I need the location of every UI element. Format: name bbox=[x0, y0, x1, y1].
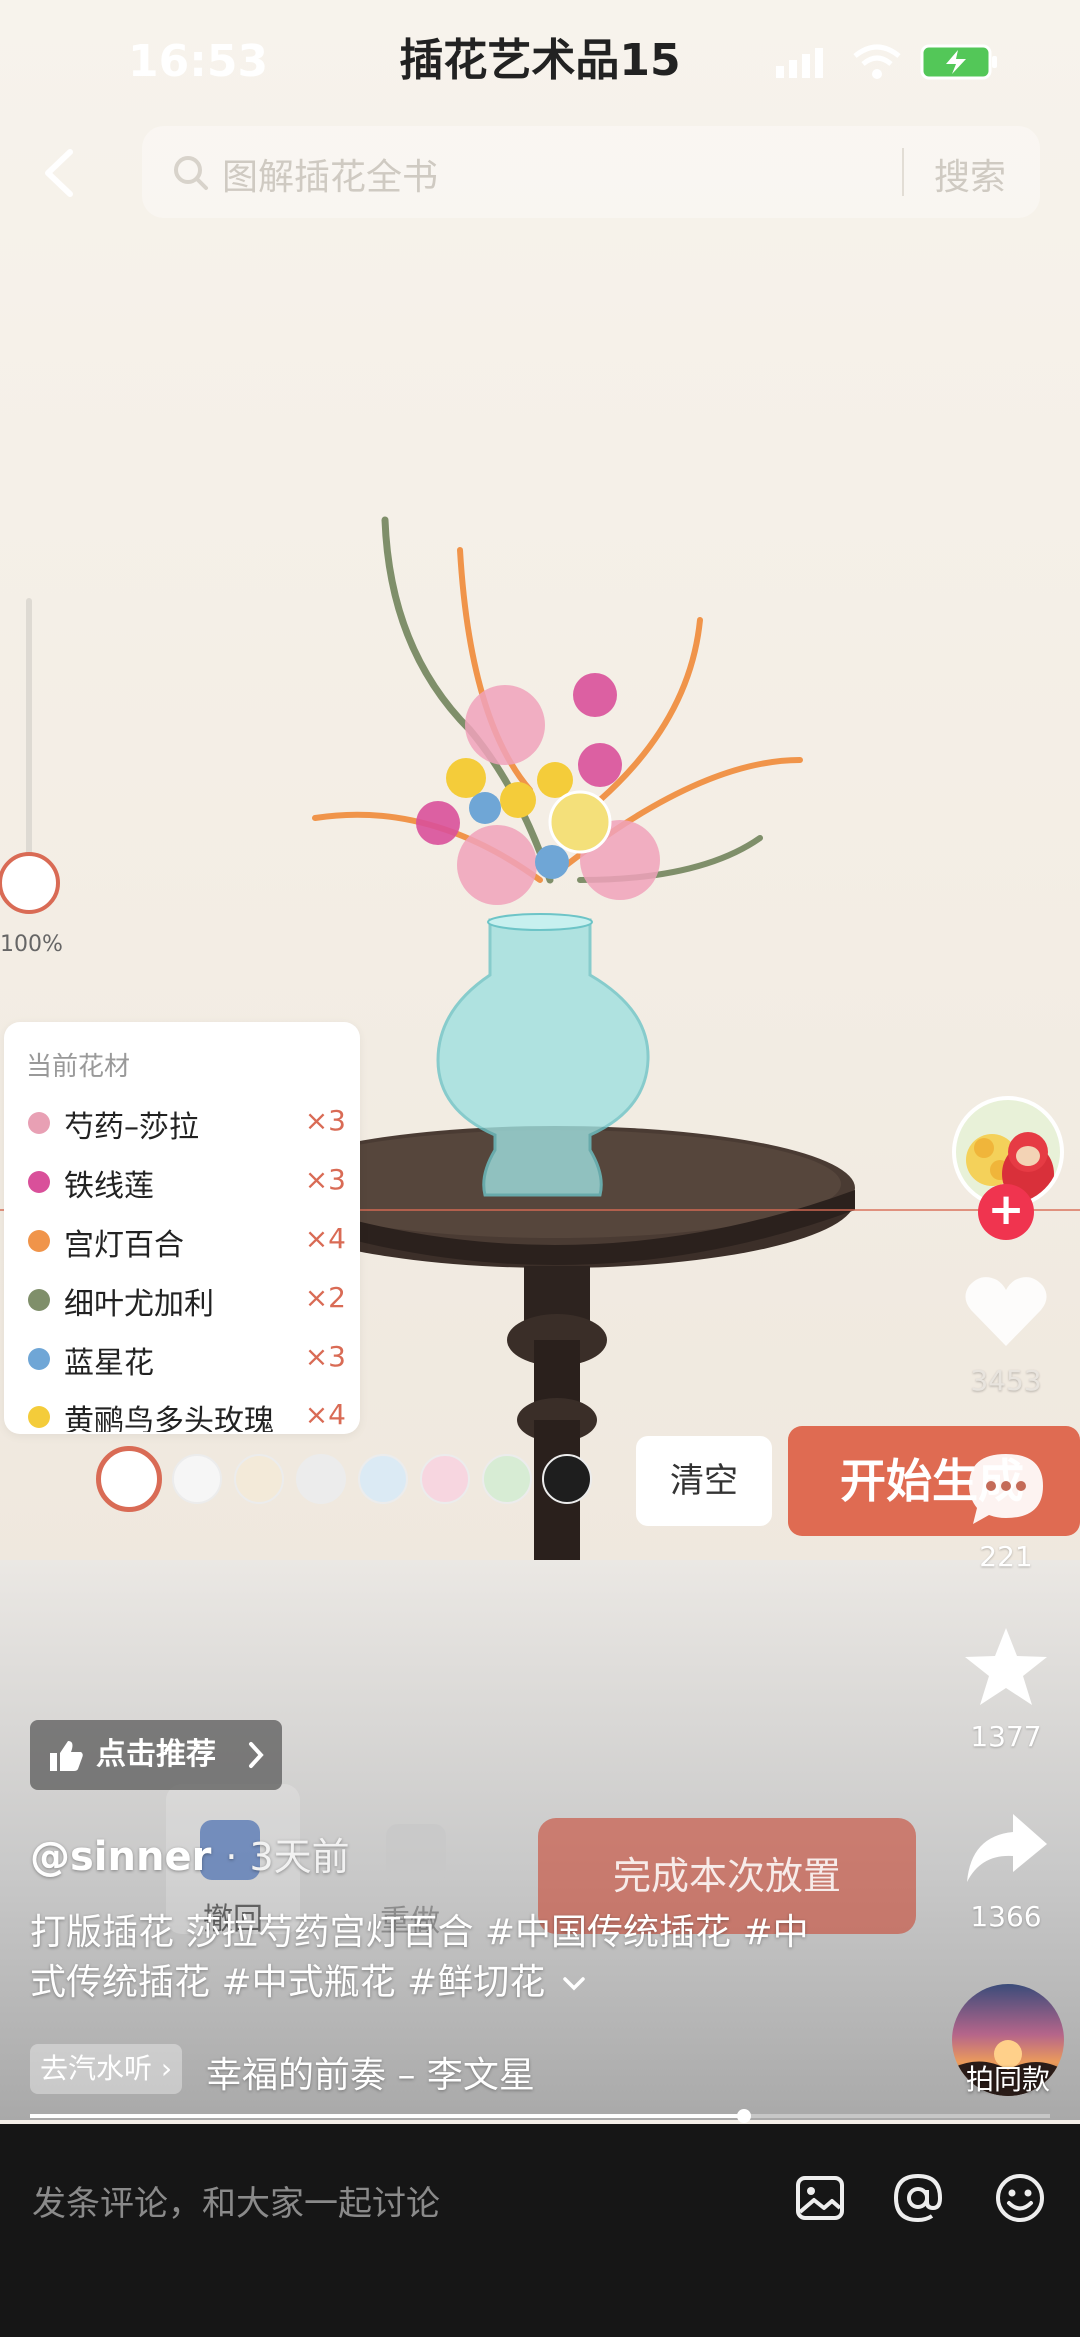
clear-button[interactable]: 清空 bbox=[636, 1436, 772, 1526]
material-count: ×4 bbox=[304, 1222, 346, 1255]
like-button[interactable]: 3453 bbox=[956, 1272, 1056, 1397]
back-button[interactable] bbox=[30, 138, 90, 208]
material-color-dot bbox=[28, 1289, 50, 1311]
music-chip-label: 去汽水听 bbox=[40, 2052, 153, 2085]
search-divider bbox=[902, 148, 904, 196]
comment-count: 221 bbox=[979, 1540, 1033, 1573]
zoom-level-label: 100% bbox=[0, 932, 63, 957]
material-count: ×2 bbox=[304, 1281, 346, 1314]
material-name: 黄鹂鸟多头玫瑰 bbox=[64, 1404, 274, 1432]
color-swatch[interactable] bbox=[172, 1454, 222, 1504]
like-count: 3453 bbox=[970, 1364, 1042, 1397]
share-arrow-icon bbox=[967, 1814, 1047, 1882]
color-swatch[interactable] bbox=[358, 1454, 408, 1504]
chevron-down-icon bbox=[562, 1977, 585, 1991]
material-item: 芍药–莎拉 ×3 bbox=[26, 1098, 346, 1148]
material-name: 铁线莲 bbox=[64, 1169, 154, 1204]
material-item: 细叶尤加利 ×2 bbox=[26, 1275, 346, 1325]
material-name: 宫灯百合 bbox=[64, 1228, 184, 1263]
favorite-count: 1377 bbox=[970, 1720, 1042, 1753]
comment-button[interactable]: 221 bbox=[956, 1448, 1056, 1573]
materials-title: 当前花材 bbox=[26, 1052, 131, 1082]
video-progress-handle[interactable] bbox=[737, 2109, 751, 2123]
chevron-left-icon bbox=[45, 149, 73, 197]
follow-button[interactable]: + bbox=[978, 1184, 1034, 1240]
material-color-dot bbox=[28, 1112, 50, 1134]
color-palette bbox=[96, 1444, 616, 1516]
search-button[interactable]: 搜索 bbox=[934, 148, 1006, 200]
caption-text: 打版插花 莎拉芍药宫灯百合 #中国传统插花 #中式传统插花 #中式瓶花 #鲜切花 bbox=[30, 1912, 809, 2003]
shoot-same-label[interactable]: 拍同款 bbox=[952, 2058, 1064, 2098]
share-count: 1366 bbox=[970, 1900, 1042, 1933]
recommend-label: 点击推荐 bbox=[96, 1737, 216, 1772]
material-color-dot bbox=[28, 1348, 50, 1370]
material-name: 细叶尤加利 bbox=[64, 1287, 214, 1322]
search-bar[interactable]: 图解插花全书 搜索 bbox=[142, 126, 1040, 218]
favorite-button[interactable]: 1377 bbox=[956, 1624, 1056, 1753]
recommend-button[interactable]: 点击推荐 bbox=[30, 1720, 282, 1790]
redo-icon[interactable] bbox=[386, 1824, 446, 1884]
material-item: 黄鹂鸟多头玫瑰 ×4 bbox=[26, 1392, 346, 1432]
color-swatch[interactable] bbox=[542, 1454, 592, 1504]
video-caption[interactable]: 打版插花 莎拉芍药宫灯百合 #中国传统插花 #中式传统插花 #中式瓶花 #鲜切花 bbox=[30, 1908, 830, 2008]
cellular-signal-icon bbox=[776, 48, 823, 78]
page-title: 插花艺术品15 bbox=[399, 35, 681, 86]
material-item: 蓝星花 ×3 bbox=[26, 1334, 346, 1384]
material-count: ×3 bbox=[304, 1104, 346, 1137]
mention-icon[interactable] bbox=[888, 2168, 948, 2228]
material-name: 蓝星花 bbox=[64, 1346, 154, 1381]
color-swatch[interactable] bbox=[296, 1454, 346, 1504]
zoom-slider-track[interactable] bbox=[26, 598, 32, 868]
search-icon bbox=[174, 156, 208, 190]
wifi-icon bbox=[853, 44, 901, 79]
battery-icon bbox=[920, 44, 997, 80]
image-icon[interactable] bbox=[790, 2168, 850, 2228]
material-item: 宫灯百合 ×4 bbox=[26, 1216, 346, 1266]
chevron-right-icon bbox=[249, 1742, 264, 1768]
comment-bubble-icon bbox=[969, 1454, 1043, 1524]
color-swatch[interactable] bbox=[482, 1454, 532, 1504]
heart-icon bbox=[965, 1277, 1047, 1346]
music-title[interactable]: 幸福的前奏 – 李文星 bbox=[206, 2046, 535, 2098]
thumbs-up-icon bbox=[50, 1741, 83, 1771]
search-input[interactable]: 图解插花全书 bbox=[222, 148, 438, 200]
color-swatch[interactable] bbox=[420, 1454, 470, 1504]
video-progress-fill bbox=[30, 2114, 744, 2118]
material-count: ×3 bbox=[304, 1163, 346, 1196]
share-button[interactable]: 1366 bbox=[956, 1808, 1056, 1933]
material-color-dot bbox=[28, 1171, 50, 1193]
author-name[interactable]: @sinner bbox=[30, 1834, 211, 1880]
material-name: 芍药–莎拉 bbox=[64, 1110, 199, 1145]
material-item: 铁线莲 ×3 bbox=[26, 1157, 346, 1207]
music-app-chip[interactable]: 去汽水听 › bbox=[30, 2044, 183, 2094]
color-swatch[interactable] bbox=[234, 1454, 284, 1504]
game-canvas[interactable]: 16:53 插花艺术品15 图解插花全书 搜索 100% 当前花材 芍药–莎拉 … bbox=[0, 0, 1080, 1590]
post-time: · 3天前 bbox=[225, 1835, 350, 1879]
material-count: ×4 bbox=[304, 1398, 346, 1431]
material-color-dot bbox=[28, 1230, 50, 1252]
material-count: ×3 bbox=[304, 1340, 346, 1373]
emoji-icon[interactable] bbox=[990, 2168, 1050, 2228]
comment-bar: 发条评论，和大家一起讨论 bbox=[0, 2124, 1080, 2337]
current-materials-panel: 当前花材 芍药–莎拉 ×3 铁线莲 ×3 宫灯百合 ×4 细叶尤加利 ×2 蓝星… bbox=[4, 1022, 360, 1434]
star-icon bbox=[965, 1628, 1047, 1705]
status-bar: 16:53 插花艺术品15 bbox=[0, 0, 1080, 120]
comment-input[interactable]: 发条评论，和大家一起讨论 bbox=[32, 2176, 440, 2225]
material-color-dot bbox=[28, 1406, 50, 1428]
author-line: @sinner · 3天前 bbox=[30, 1826, 350, 1881]
video-progress-bar[interactable] bbox=[30, 2109, 1050, 2123]
color-swatch-selected[interactable] bbox=[96, 1446, 162, 1512]
zoom-slider-handle[interactable] bbox=[0, 852, 60, 914]
